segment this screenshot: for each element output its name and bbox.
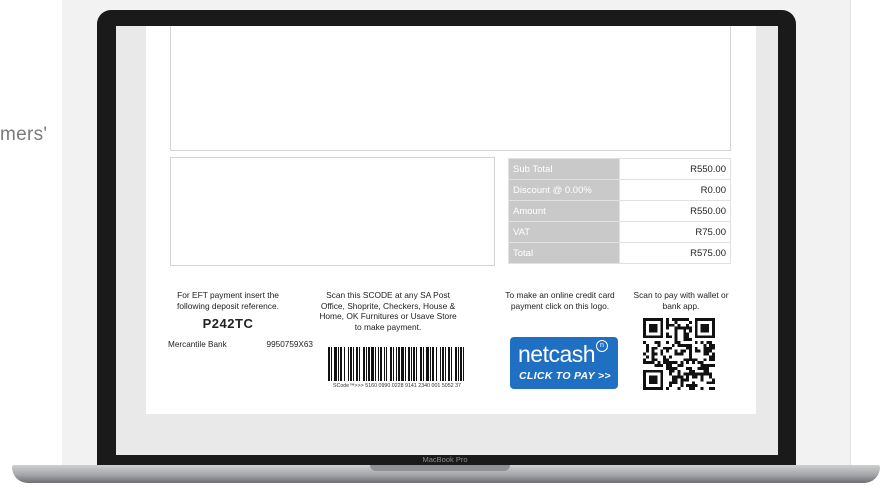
netcash-logo-text: netcash: [518, 341, 596, 367]
totals-value: R0.00: [619, 179, 731, 201]
invoice-items-box: [170, 26, 731, 151]
netcash-logo-mark-icon: n: [596, 340, 608, 352]
totals-label: Amount: [508, 200, 620, 222]
eft-payment-section: For EFT payment insert the following dep…: [168, 290, 288, 330]
scode-number: SCode™>>> 5160 0990 0228 9141 2340 001 5…: [333, 383, 461, 389]
netcash-instruction: To make an online credit card payment cl…: [505, 290, 615, 311]
totals-row: Amount R550.00: [508, 200, 731, 222]
qr-instruction: Scan to pay with wallet or bank app.: [633, 290, 729, 311]
laptop-base-notch: [370, 465, 510, 471]
totals-row: Discount @ 0.00% R0.00: [508, 179, 731, 201]
deposit-reference: P242TC: [202, 316, 254, 331]
invoice-page: Sub Total R550.00 Discount @ 0.00% R0.00 Amo…: [146, 26, 756, 414]
scode-barcode[interactable]: [328, 347, 464, 381]
background-partial-text: mers': [0, 124, 48, 145]
background-card-edge: [850, 0, 851, 468]
totals-value: R550.00: [619, 158, 731, 180]
totals-label: Discount @ 0.00%: [508, 179, 620, 201]
totals-row: VAT R75.00: [508, 221, 731, 243]
payment-qr-code-icon[interactable]: [643, 318, 715, 390]
totals-label: VAT: [508, 221, 620, 243]
bank-account-number: 9950759X63: [266, 340, 313, 349]
totals-label: Sub Total: [508, 158, 620, 180]
laptop-screen: Sub Total R550.00 Discount @ 0.00% R0.00 Amo…: [116, 26, 778, 455]
scode-instruction: Scan this SCODE at any SA Post Office, S…: [319, 290, 457, 332]
macbook-label: MacBook Pro: [422, 455, 468, 464]
netcash-cta: CLICK TO PAY >>: [519, 370, 611, 382]
totals-value: R550.00: [619, 200, 731, 222]
scode-section: Scan this SCODE at any SA Post Office, S…: [318, 290, 458, 332]
totals-value: R575.00: [619, 242, 731, 264]
totals-label: Total: [508, 242, 620, 264]
totals-row: Sub Total R550.00: [508, 158, 731, 180]
bank-details: Mercantile Bank 9950759X63: [168, 340, 313, 349]
qr-section: Scan to pay with wallet or bank app.: [626, 290, 736, 311]
netcash-section: To make an online credit card payment cl…: [500, 290, 620, 311]
eft-instruction: For EFT payment insert the following dep…: [177, 290, 279, 311]
netcash-pay-button[interactable]: netcash n CLICK TO PAY >>: [510, 337, 618, 389]
invoice-notes-box: [170, 157, 495, 266]
totals-table: Sub Total R550.00 Discount @ 0.00% R0.00 Amo…: [508, 158, 731, 264]
totals-row: Total R575.00: [508, 242, 731, 264]
bank-name: Mercantile Bank: [168, 340, 227, 349]
totals-value: R75.00: [619, 221, 731, 243]
